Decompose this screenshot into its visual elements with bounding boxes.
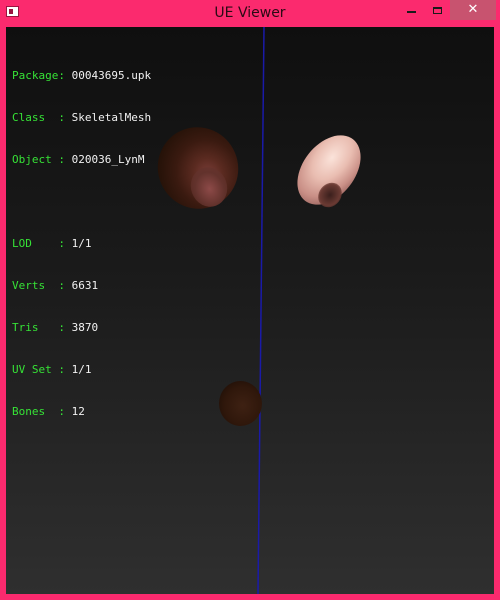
close-icon: ✕	[467, 2, 479, 17]
info-row-bones: Bones : 12	[12, 405, 151, 419]
mesh-info-overlay: Package: 00043695.upk Class : SkeletalMe…	[12, 41, 151, 447]
info-value: 1/1	[71, 237, 92, 250]
info-label: LOD :	[12, 237, 72, 250]
info-label: Tris :	[12, 321, 72, 334]
info-row-object: Object : 020036_LynM	[12, 153, 151, 167]
3d-viewport[interactable]: Package: 00043695.upk Class : SkeletalMe…	[6, 27, 494, 594]
info-row-uv-set: UV Set : 1/1	[12, 363, 151, 377]
app-window: UE Viewer ✕ Package: 00043695.upk Class …	[0, 0, 500, 600]
minimize-button[interactable]	[398, 0, 424, 20]
vertical-axis-line	[257, 27, 265, 594]
info-value: SkeletalMesh	[71, 111, 152, 124]
info-value: 6631	[71, 279, 99, 292]
maximize-icon	[432, 6, 442, 14]
info-label: Class :	[12, 111, 72, 124]
info-value: 020036_LynM	[71, 153, 145, 166]
maximize-button[interactable]	[424, 0, 450, 20]
info-row-class: Class : SkeletalMesh	[12, 111, 151, 125]
title-bar[interactable]: UE Viewer ✕	[0, 0, 500, 26]
info-label: Verts :	[12, 279, 72, 292]
info-label: UV Set :	[12, 363, 72, 376]
info-row-verts: Verts : 6631	[12, 279, 151, 293]
info-row-tris: Tris : 3870	[12, 321, 151, 335]
info-value: 3870	[71, 321, 99, 334]
mesh-part-small-sphere	[219, 381, 262, 426]
info-row-package: Package: 00043695.upk	[12, 69, 151, 83]
info-label: Object :	[12, 153, 72, 166]
info-label: Bones :	[12, 405, 72, 418]
close-button[interactable]: ✕	[450, 0, 496, 20]
info-value: 12	[71, 405, 85, 418]
app-icon[interactable]	[6, 6, 19, 17]
info-label: Package:	[12, 69, 72, 82]
minimize-icon	[406, 11, 416, 13]
info-row-lod: LOD : 1/1	[12, 237, 151, 251]
info-value: 00043695.upk	[71, 69, 152, 82]
info-value: 1/1	[71, 363, 92, 376]
